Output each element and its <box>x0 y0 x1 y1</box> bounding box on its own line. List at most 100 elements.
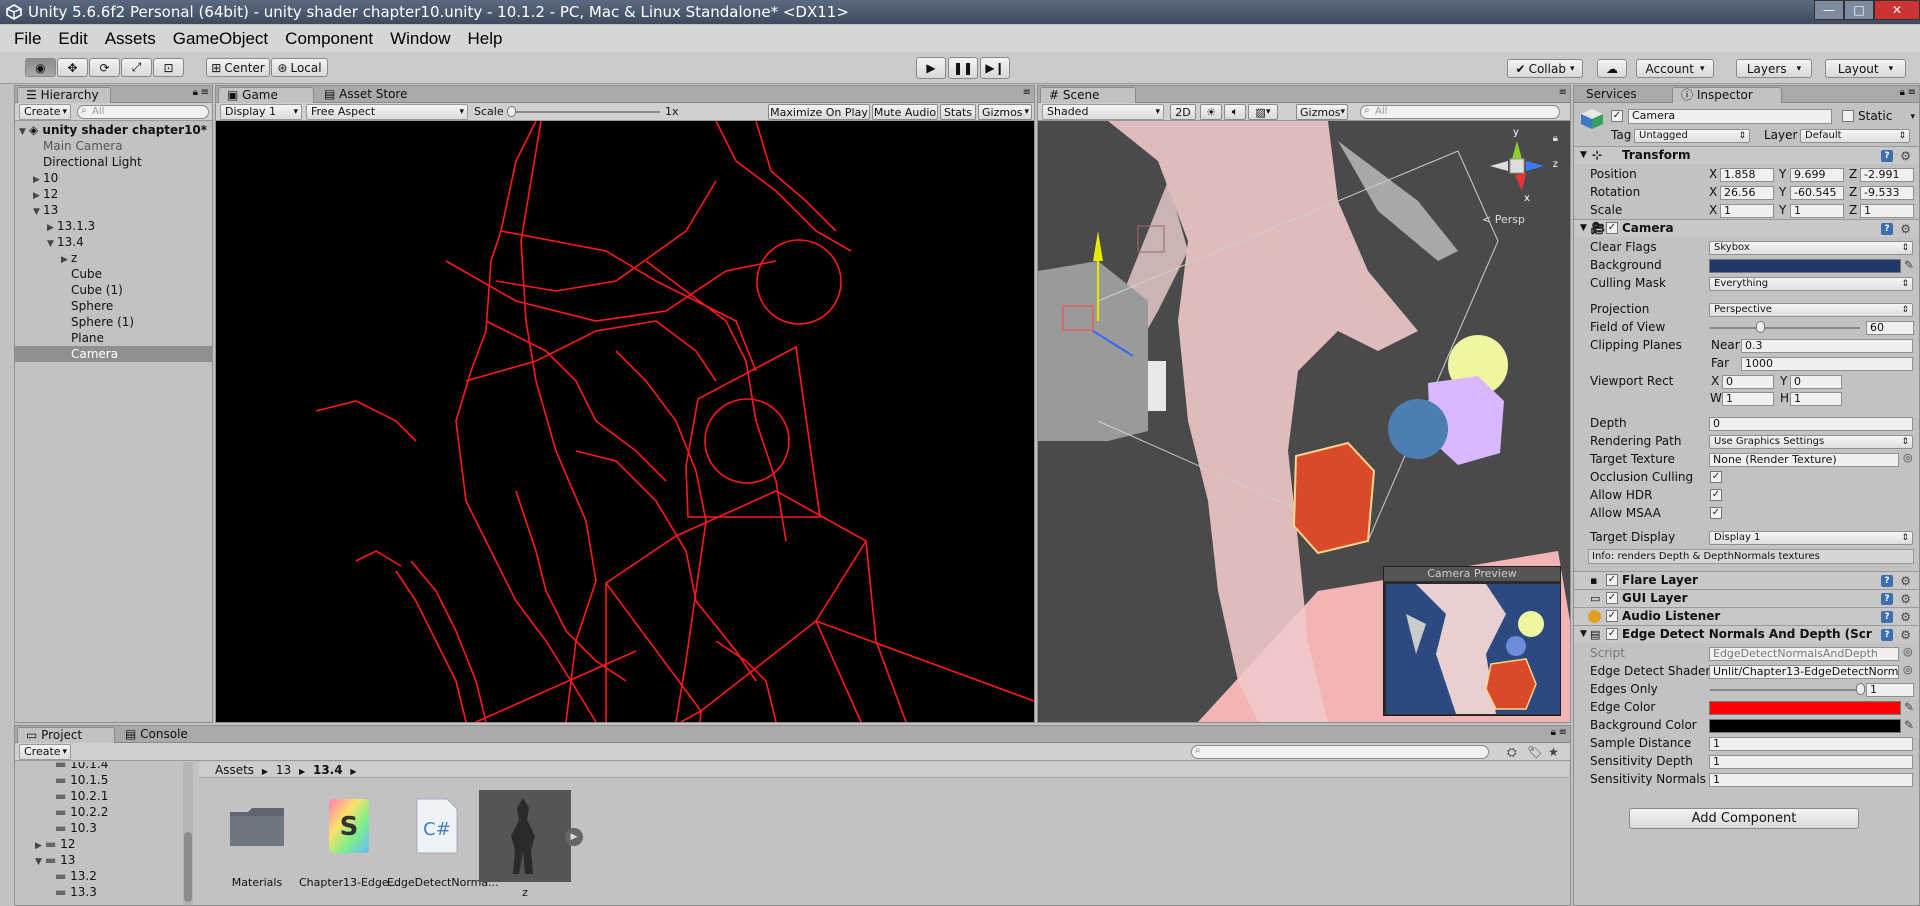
help-icon[interactable]: ? <box>1881 575 1893 587</box>
pause-button[interactable]: ❚❚ <box>948 57 978 79</box>
gear-icon[interactable]: ⚙ <box>1900 611 1911 623</box>
tab-services[interactable]: Services <box>1578 87 1670 103</box>
sensitivity-depth-field[interactable]: 1 <box>1709 755 1913 769</box>
project-tree-item[interactable]: ▬ 13.2 <box>15 868 97 884</box>
pivot-local-button[interactable]: ⊛ Local <box>271 58 328 77</box>
edge-color-field[interactable] <box>1709 701 1901 715</box>
background-color-field[interactable] <box>1709 259 1901 273</box>
gear-icon[interactable]: ⚙ <box>1900 575 1911 587</box>
hierarchy-item[interactable]: Cube (1) <box>15 282 212 298</box>
account-dropdown[interactable]: Account ▾ <box>1636 59 1714 78</box>
tree-scrollbar[interactable] <box>183 762 193 905</box>
tree-scrollbar-thumb[interactable] <box>184 832 192 902</box>
depth-field[interactable]: 0 <box>1709 417 1913 431</box>
background-color-field[interactable] <box>1709 719 1901 733</box>
scene-viewport[interactable]: y z x 🔒︎ < Persp Camera Preview <box>1038 121 1570 722</box>
object-picker-icon[interactable]: ◎ <box>1903 646 1913 658</box>
hierarchy-search-input[interactable]: All <box>77 105 209 119</box>
hierarchy-item[interactable]: ▶ z <box>15 250 212 266</box>
edges-only-slider[interactable] <box>1710 689 1860 691</box>
project-tree-item[interactable]: ▬ 13.3 <box>15 884 97 900</box>
layout-dropdown[interactable]: Layout ▾ <box>1825 59 1906 78</box>
hierarchy-item[interactable]: ▶ 10 <box>15 170 212 186</box>
filter-type-icon[interactable]: ⛭ <box>1507 746 1517 758</box>
panel-menu-icon[interactable]: ≡ <box>1023 87 1031 98</box>
edges-only-slider-thumb[interactable] <box>1856 683 1865 695</box>
gear-icon[interactable]: ⚙ <box>1900 223 1911 235</box>
camera-enabled-checkbox[interactable]: ✓ <box>1606 222 1618 234</box>
projection-dropdown[interactable]: Perspective <box>1709 303 1913 317</box>
gui-layer-checkbox[interactable]: ✓ <box>1606 592 1618 604</box>
menu-file[interactable]: File <box>14 29 41 49</box>
stats-toggle[interactable]: Stats <box>940 104 976 120</box>
gear-icon[interactable]: ⚙ <box>1900 150 1911 162</box>
allow-hdr-checkbox[interactable]: ✓ <box>1710 489 1722 501</box>
gizmos-dropdown[interactable]: Gizmos ▾ <box>978 104 1032 120</box>
eyedropper-icon[interactable]: ✎ <box>1904 259 1914 271</box>
breadcrumb-13[interactable]: 13 <box>276 763 291 777</box>
hierarchy-create-dropdown[interactable]: Create <box>19 104 71 120</box>
edge-detect-checkbox[interactable]: ✓ <box>1606 628 1618 640</box>
asset-item-model[interactable]: ▶ z <box>475 790 583 899</box>
near-field[interactable]: 0.3 <box>1741 339 1913 353</box>
sensitivity-normals-field[interactable]: 1 <box>1709 773 1913 787</box>
panel-menu-icon[interactable]: ≡ <box>1559 87 1567 98</box>
project-create-dropdown[interactable]: Create <box>19 744 71 760</box>
maximize-icon[interactable]: □ <box>1844 0 1874 20</box>
aspect-dropdown[interactable]: Free Aspect <box>306 104 468 120</box>
gameobject-active-checkbox[interactable]: ✓ <box>1611 110 1623 122</box>
target-texture-field[interactable]: None (Render Texture) <box>1709 453 1899 467</box>
lighting-toggle[interactable]: ☀ <box>1200 104 1222 120</box>
hierarchy-item[interactable]: Directional Light <box>15 154 212 170</box>
static-dropdown[interactable] <box>1904 110 1918 126</box>
hand-tool-button[interactable]: ◉ <box>25 58 56 77</box>
gui-layer-header[interactable]: ▭ ✓ GUI Layer ? ⚙ <box>1574 589 1919 607</box>
asset-item-script[interactable]: C# EdgeDetectNorma... <box>387 790 499 889</box>
menu-component[interactable]: Component <box>285 29 373 49</box>
layers-dropdown[interactable]: Layers ▾ <box>1736 59 1812 78</box>
game-viewport[interactable] <box>216 121 1034 722</box>
hierarchy-item[interactable]: Plane <box>15 330 212 346</box>
layer-dropdown[interactable]: Default <box>1800 129 1910 143</box>
hierarchy-item[interactable]: Camera <box>15 346 212 362</box>
allow-msaa-checkbox[interactable]: ✓ <box>1710 507 1722 519</box>
help-icon[interactable]: ? <box>1881 223 1893 235</box>
culling-mask-dropdown[interactable]: Everything <box>1709 277 1913 291</box>
flare-layer-header[interactable]: ▪ ✓ Flare Layer ? ⚙ <box>1574 571 1919 589</box>
menu-assets[interactable]: Assets <box>105 29 156 49</box>
project-tree-item[interactable]: ▬ 10.2.2 <box>15 804 108 820</box>
project-tree-item[interactable]: ▬ 10.2.1 <box>15 788 108 804</box>
tag-dropdown[interactable]: Untagged <box>1634 129 1750 143</box>
hierarchy-item[interactable]: ▼ 13 <box>15 202 212 218</box>
tab-console[interactable]: ▤ Console <box>117 727 217 743</box>
transform-x-field[interactable]: 1.858 <box>1720 168 1774 182</box>
static-checkbox[interactable] <box>1842 110 1854 122</box>
project-tree-item[interactable]: ▼ ▬ 13 <box>15 852 75 868</box>
display-dropdown[interactable]: Display 1 <box>220 104 302 120</box>
hierarchy-item[interactable]: ▶ 12 <box>15 186 212 202</box>
minimize-icon[interactable]: — <box>1814 0 1844 20</box>
hierarchy-item[interactable]: Sphere <box>15 298 212 314</box>
hierarchy-item[interactable]: Sphere (1) <box>15 314 212 330</box>
lock-icon[interactable]: 🔒︎ <box>193 87 198 98</box>
menu-gameobject[interactable]: GameObject <box>173 29 268 49</box>
rect-tool-button[interactable]: ⊡ <box>153 58 184 77</box>
viewport-h-field[interactable]: 1 <box>1790 392 1842 406</box>
flare-layer-checkbox[interactable]: ✓ <box>1606 574 1618 586</box>
close-icon[interactable]: ✕ <box>1874 0 1920 20</box>
transform-x-field[interactable]: 1 <box>1720 204 1774 218</box>
tab-asset-store[interactable]: ▤ Asset Store <box>316 87 426 103</box>
scene-orientation-gizmo[interactable]: y z x <box>1482 127 1558 204</box>
menu-window[interactable]: Window <box>390 29 450 49</box>
cloud-button[interactable]: ☁ <box>1597 59 1627 78</box>
breadcrumb-13-4[interactable]: 13.4 <box>313 763 343 777</box>
help-icon[interactable]: ? <box>1881 150 1893 162</box>
audio-listener-header[interactable]: ✓ Audio Listener ? ⚙ <box>1574 607 1919 625</box>
project-tree-item[interactable]: ▬ 10.3 <box>15 820 97 836</box>
menu-help[interactable]: Help <box>468 29 503 49</box>
breadcrumb-assets[interactable]: Assets <box>215 763 254 777</box>
asset-item-folder[interactable]: Materials <box>207 790 307 889</box>
transform-z-field[interactable]: -2.991 <box>1860 168 1914 182</box>
asset-item-shader[interactable]: S Chapter13-Edge... <box>299 790 399 889</box>
expand-arrow-icon[interactable]: ▶ <box>565 828 583 846</box>
